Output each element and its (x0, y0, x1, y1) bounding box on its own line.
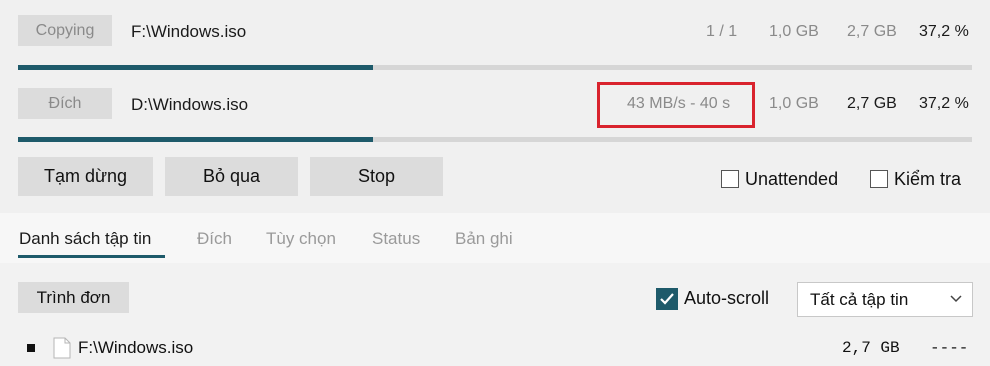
copy-progress-bar (18, 65, 972, 70)
destination-percent: 37,2 % (919, 95, 969, 112)
pause-button[interactable]: Tạm dừng (18, 157, 153, 196)
skip-button[interactable]: Bỏ qua (165, 157, 298, 196)
destination-progress-fill (18, 137, 373, 142)
tab-log[interactable]: Bản ghi (455, 229, 513, 249)
total-size: 2,7 GB (847, 23, 897, 40)
file-size: 2,7 GB (842, 339, 900, 357)
copying-status-label: Copying (18, 15, 112, 46)
autoscroll-label: Auto-scroll (684, 288, 770, 308)
verify-label: Kiểm tra (894, 169, 962, 189)
copied-size: 1,0 GB (769, 23, 819, 40)
unattended-checkbox[interactable]: Unattended (721, 169, 838, 189)
file-status: ---- (930, 339, 969, 357)
unattended-label: Unattended (745, 169, 839, 189)
tab-status[interactable]: Status (372, 229, 420, 249)
file-row[interactable]: F:\Windows.iso 2,7 GB ---- (0, 333, 990, 363)
destination-progress-bar (18, 137, 972, 142)
menu-button[interactable]: Trình đơn (18, 282, 129, 313)
destination-path: D:\Windows.iso (131, 95, 249, 114)
verify-checkbox[interactable]: Kiểm tra (870, 169, 961, 189)
file-icon (53, 337, 71, 359)
destination-total-size: 2,7 GB (847, 95, 897, 112)
copy-progress-fill (18, 65, 373, 70)
tab-file-list[interactable]: Danh sách tập tin (19, 229, 151, 249)
source-path: F:\Windows.iso (131, 22, 247, 41)
file-filter-value: Tất cả tập tin (810, 290, 909, 309)
destination-copied-size: 1,0 GB (769, 95, 819, 112)
file-count: 1 / 1 (706, 23, 738, 40)
checkbox-icon (870, 170, 888, 188)
tab-options[interactable]: Tùy chọn (266, 229, 336, 249)
percent-complete: 37,2 % (919, 23, 969, 40)
destination-label: Đích (18, 88, 112, 119)
checkbox-icon (721, 170, 739, 188)
checkmark-icon (660, 293, 674, 305)
bullet-icon (27, 344, 35, 352)
active-tab-indicator (18, 255, 165, 258)
chevron-down-icon (950, 295, 962, 303)
file-filter-select[interactable]: Tất cả tập tin (797, 282, 973, 317)
autoscroll-checkbox[interactable] (656, 288, 678, 310)
file-name: F:\Windows.iso (78, 338, 194, 357)
tab-destination[interactable]: Đích (197, 229, 232, 249)
transfer-speed: 43 MB/s - 40 s (627, 95, 731, 112)
stop-button[interactable]: Stop (310, 157, 443, 196)
